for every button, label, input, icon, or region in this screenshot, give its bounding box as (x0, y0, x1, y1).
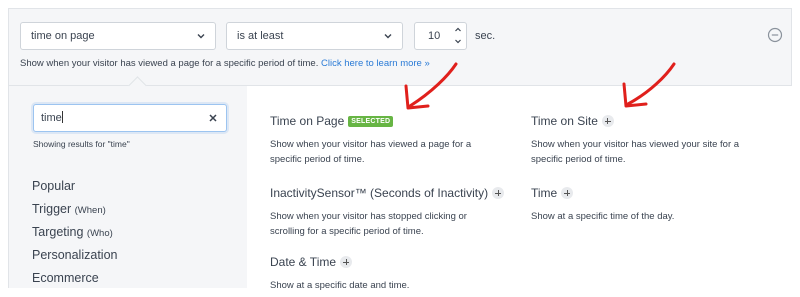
option-title: Time on Page SELECTED (270, 114, 500, 128)
red-arrow-icon (622, 62, 676, 108)
rule-picker: time Showing results for "time" Popular … (9, 76, 792, 291)
option-title-text: Time (531, 186, 558, 200)
plus-icon[interactable] (561, 187, 574, 199)
chevron-up-icon[interactable] (453, 25, 463, 35)
rule-panel: time on page is at least 10 sec. Show wh… (8, 8, 792, 291)
sidebar-item-label: Popular (32, 179, 76, 193)
option-title-text: Date & Time (270, 255, 337, 269)
option-title: Time (531, 186, 761, 200)
sidebar-item-ecommerce[interactable]: Ecommerce (32, 268, 117, 291)
sidebar-item-label: Targeting (32, 225, 84, 239)
sidebar-item-popular[interactable]: Popular (32, 176, 117, 199)
option-description: Show when your visitor has viewed a page… (270, 139, 472, 165)
picker-sidebar: time Showing results for "time" Popular … (9, 86, 247, 288)
option-title: Date & Time (270, 255, 500, 269)
option-title: Time on Site (531, 114, 761, 128)
sidebar-item-personalization[interactable]: Personalization (32, 245, 117, 268)
sidebar-item-label: Trigger (32, 202, 72, 216)
search-results-note: Showing results for "time" (33, 139, 130, 149)
options-grid: Time on Page SELECTED Show when your vis… (247, 86, 792, 291)
option-description: Show when your visitor has viewed your s… (531, 139, 740, 165)
duration-value: 10 (428, 30, 441, 42)
selected-badge: SELECTED (348, 115, 394, 127)
option-description: Show when your visitor has stopped click… (270, 211, 467, 237)
minus-circle-icon[interactable] (767, 27, 783, 43)
search-input-value: time (41, 112, 62, 124)
helper-description: Show when your visitor has viewed a page… (20, 58, 319, 69)
condition-select[interactable]: time on page (20, 22, 216, 50)
condition-select-value: time on page (31, 30, 95, 42)
red-arrow-icon (404, 62, 458, 110)
sidebar-item-label: Personalization (32, 248, 118, 262)
chevron-down-icon (197, 34, 205, 39)
option-description: Show at a specific date and time. (270, 280, 410, 291)
option-date-and-time[interactable]: Date & Time Show at a specific date and … (270, 255, 500, 293)
plus-icon[interactable] (340, 256, 353, 268)
text-cursor (61, 111, 63, 123)
plus-icon[interactable] (601, 115, 614, 127)
plus-icon[interactable] (492, 187, 505, 199)
option-title-text: Time on Site (531, 114, 598, 128)
duration-stepper[interactable]: 10 (414, 22, 467, 50)
stepper-arrows (450, 23, 466, 49)
sidebar-item-trigger[interactable]: Trigger (When) (32, 199, 117, 222)
sidebar-item-targeting[interactable]: Targeting (Who) (32, 222, 117, 245)
close-icon[interactable] (208, 113, 218, 123)
duration-unit: sec. (475, 30, 496, 42)
sidebar-item-sublabel: (When) (74, 205, 106, 216)
operator-select[interactable]: is at least (226, 22, 403, 50)
chevron-down-icon[interactable] (453, 36, 463, 46)
option-title-text: Time on Page (270, 114, 345, 128)
option-time-on-page[interactable]: Time on Page SELECTED Show when your vis… (270, 114, 500, 167)
rule-helper-text: Show when your visitor has viewed a page… (20, 58, 430, 69)
option-title-text: InactivitySensor™ (Seconds of Inactivity… (270, 186, 489, 200)
search-input[interactable]: time (33, 104, 227, 132)
chevron-down-icon (384, 34, 392, 39)
option-title: InactivitySensor™ (Seconds of Inactivity… (270, 186, 505, 200)
option-time[interactable]: Time Show at a specific time of the day. (531, 186, 761, 224)
category-nav: Popular Trigger (When) Targeting (Who) P… (32, 176, 117, 291)
option-description: Show at a specific time of the day. (531, 211, 675, 222)
option-inactivity-sensor[interactable]: InactivitySensor™ (Seconds of Inactivity… (270, 186, 505, 239)
option-time-on-site[interactable]: Time on Site Show when your visitor has … (531, 114, 761, 167)
sidebar-item-label: Ecommerce (32, 271, 99, 285)
operator-select-value: is at least (237, 30, 284, 42)
sidebar-item-sublabel: (Who) (86, 228, 113, 239)
